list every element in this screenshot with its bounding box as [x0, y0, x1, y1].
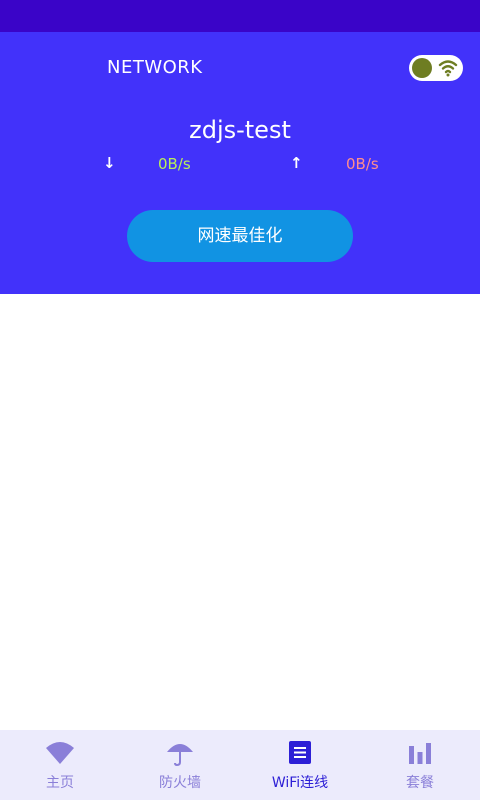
network-name: zdjs-test — [189, 116, 291, 144]
network-header: NETWORK zdjs-test ↓ 0B/s ↑ 0B/s 网速最佳化 — [0, 32, 480, 294]
toggle-knob — [412, 58, 432, 78]
wifi-icon — [46, 742, 74, 764]
nav-label: 防火墙 — [159, 775, 201, 791]
section-title: NETWORK — [107, 57, 203, 78]
bar-chart-icon — [409, 743, 431, 764]
network-toggle[interactable] — [409, 55, 463, 81]
nav-item-home[interactable]: 主页 — [0, 730, 120, 800]
umbrella-icon — [167, 744, 193, 766]
optimize-speed-button[interactable]: 网速最佳化 — [127, 210, 353, 262]
nav-label: 主页 — [46, 775, 74, 791]
download-arrow-icon: ↓ — [103, 154, 116, 172]
bottom-navigation: 主页 防火墙 WiFi连线 套餐 — [0, 730, 480, 800]
nav-label: 套餐 — [406, 775, 434, 791]
list-icon — [289, 741, 311, 764]
nav-item-plans[interactable]: 套餐 — [360, 730, 480, 800]
nav-item-wifi-connect[interactable]: WiFi连线 — [240, 730, 360, 800]
download-speed: 0B/s — [158, 155, 191, 173]
nav-label: WiFi连线 — [271, 775, 329, 791]
status-bar — [0, 0, 480, 32]
wifi-icon — [438, 60, 458, 77]
upload-arrow-icon: ↑ — [290, 154, 303, 172]
upload-speed: 0B/s — [346, 155, 379, 173]
nav-item-firewall[interactable]: 防火墙 — [120, 730, 240, 800]
